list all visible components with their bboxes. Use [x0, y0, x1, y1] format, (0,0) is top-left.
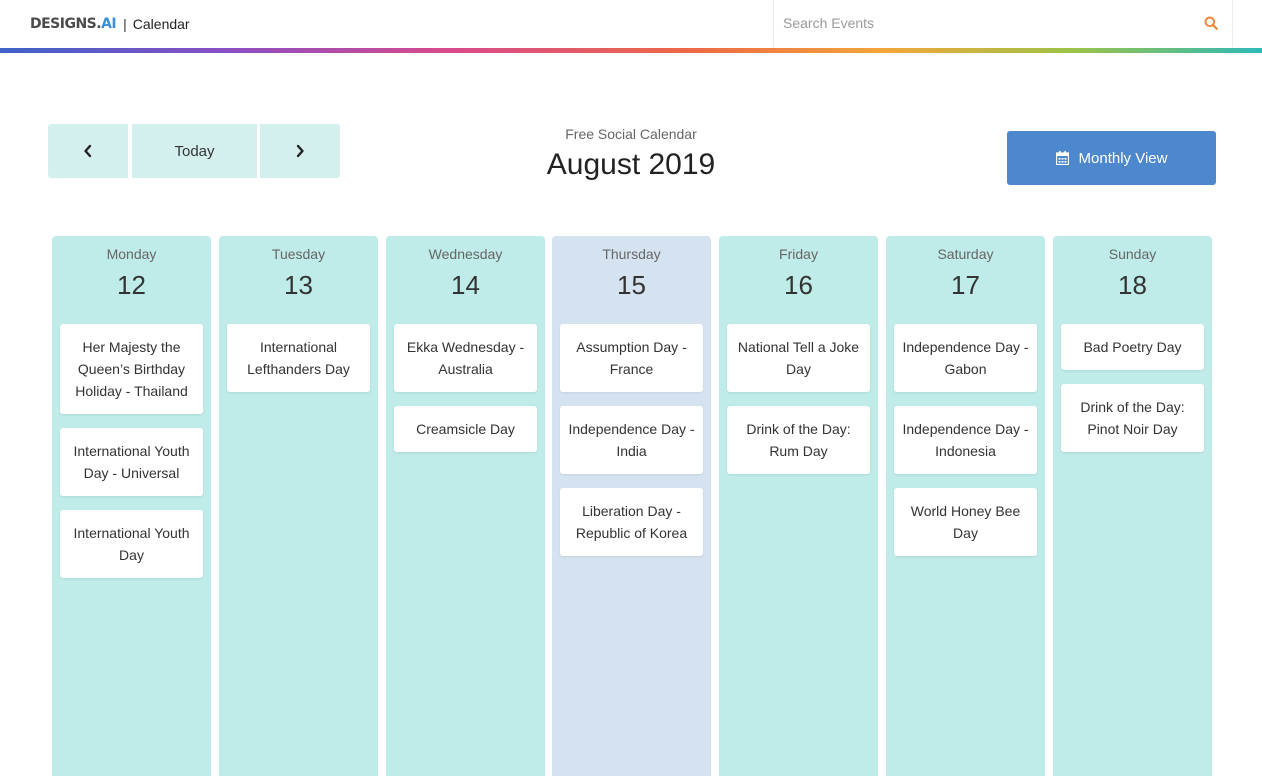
day-name: Sunday	[1108, 246, 1157, 262]
day-column-thursday: Thursday 15 Assumption Day - France Indepen…	[552, 236, 711, 776]
day-name: Saturday	[937, 246, 994, 262]
day-number: 13	[284, 270, 313, 300]
day-number: 14	[451, 270, 480, 300]
day-number: 12	[117, 270, 146, 300]
day-column-friday: Friday 16 National Tell a Joke Day Drink of…	[719, 236, 878, 776]
event-card[interactable]: Drink of the Day: Rum Day	[727, 406, 870, 474]
event-card[interactable]: Independence Day - India	[560, 406, 703, 474]
event-card[interactable]: National Tell a Joke Day	[727, 324, 870, 392]
brand-separator: |	[123, 16, 127, 32]
logo-ai-mark: AI	[101, 16, 117, 32]
day-column-wednesday: Wednesday 14 Ekka Wednesday - Australia Cre…	[386, 236, 545, 776]
day-name: Friday	[779, 246, 818, 262]
event-card[interactable]: Independence Day - Gabon	[894, 324, 1037, 392]
top-header: DESIGNS.AI | Calendar	[0, 0, 1262, 48]
event-card[interactable]: Assumption Day - France	[560, 324, 703, 392]
day-column-tuesday: Tuesday 13 International Lefthanders Day	[219, 236, 378, 776]
rainbow-divider	[0, 48, 1262, 53]
day-column-sunday: Sunday 18 Bad Poetry Day Drink of the Day: …	[1053, 236, 1212, 776]
app-title: Calendar	[132, 16, 190, 32]
monthly-view-label: Monthly View	[1078, 149, 1168, 167]
calendar-icon	[1055, 151, 1069, 165]
event-card[interactable]: Creamsicle Day	[394, 406, 537, 452]
logo-text: DESIGNS.	[30, 16, 102, 32]
day-column-monday: Monday 12 Her Majesty the Queen’s Birthday…	[52, 236, 211, 776]
day-name: Monday	[106, 246, 157, 262]
event-card[interactable]: Ekka Wednesday - Australia	[394, 324, 537, 392]
search-input[interactable]	[774, 0, 1174, 46]
logo[interactable]: DESIGNS.AI	[30, 16, 117, 32]
search-box	[773, 0, 1233, 47]
event-card[interactable]: International Youth Day - Universal	[60, 428, 203, 496]
event-card[interactable]: Drink of the Day: Pinot Noir Day	[1061, 384, 1204, 452]
day-column-saturday: Saturday 17 Independence Day - Gabon Indepe…	[886, 236, 1045, 776]
day-name: Tuesday	[271, 246, 326, 262]
day-number: 16	[784, 270, 813, 300]
event-card[interactable]: Liberation Day - Republic of Korea	[560, 488, 703, 556]
event-card[interactable]: International Youth Day	[60, 510, 203, 578]
event-card[interactable]: Bad Poetry Day	[1061, 324, 1204, 370]
event-card[interactable]: Independence Day - Indonesia	[894, 406, 1037, 474]
event-card[interactable]: International Lefthanders Day	[227, 324, 370, 392]
day-number: 15	[617, 270, 646, 300]
brand[interactable]: DESIGNS.AI | Calendar	[30, 14, 190, 34]
day-name: Thursday	[602, 246, 661, 262]
day-name: Wednesday	[428, 246, 503, 262]
search-icon[interactable]	[1204, 16, 1218, 30]
monthly-view-button[interactable]: Monthly View	[1007, 131, 1216, 185]
event-card[interactable]: World Honey Bee Day	[894, 488, 1037, 556]
event-card[interactable]: Her Majesty the Queen’s Birthday Holiday…	[60, 324, 203, 414]
day-number: 18	[1118, 270, 1147, 300]
day-number: 17	[951, 270, 980, 300]
